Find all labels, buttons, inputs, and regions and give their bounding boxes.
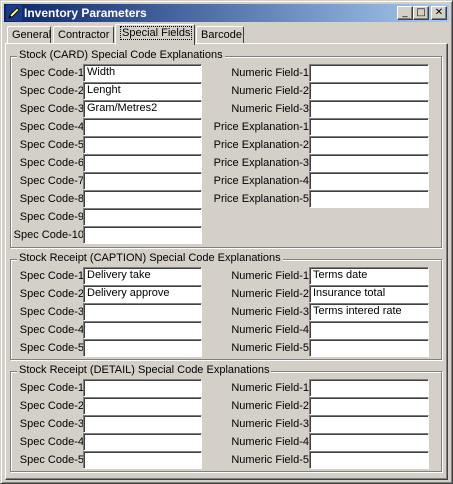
card-spec-code-5-field[interactable] xyxy=(83,136,202,154)
caption-numeric-field-1-label: Numeric Field-1 xyxy=(231,270,309,282)
inventory-parameters-window: Inventory Parameters _ □ ✕ General Contr… xyxy=(0,0,453,484)
detail-spec-code-3-field[interactable] xyxy=(83,415,202,433)
card-spec-code-2-label: Spec Code-2 xyxy=(19,85,84,97)
card-price-explanation-4-label: Price Explanation-4 xyxy=(213,175,309,187)
window-title: Inventory Parameters xyxy=(24,6,147,20)
card-spec-code-1-field[interactable]: Width xyxy=(83,64,202,82)
card-spec-code-3-field[interactable]: Gram/Metres2 xyxy=(83,100,202,118)
tab-contractor[interactable]: Contractor xyxy=(53,26,114,44)
detail-numeric-field-4-field[interactable] xyxy=(309,433,429,451)
detail-numeric-field-3-field[interactable] xyxy=(309,415,429,433)
special-fields-panel: Stock (CARD) Special Code Explanations S… xyxy=(5,43,448,480)
detail-spec-code-3-label: Spec Code-3 xyxy=(19,418,84,430)
detail-spec-code-5-label: Spec Code-5 xyxy=(19,454,84,466)
caption-spec-code-3-field[interactable] xyxy=(83,303,202,321)
detail-numeric-field-4-label: Numeric Field-4 xyxy=(231,436,309,448)
detail-numeric-field-5-field[interactable] xyxy=(309,451,429,469)
detail-spec-code-2-label: Spec Code-2 xyxy=(19,400,84,412)
pencil-icon xyxy=(6,5,22,21)
detail-spec-code-4-field[interactable] xyxy=(83,433,202,451)
caption-spec-code-5-field[interactable] xyxy=(83,339,202,357)
card-price-explanation-4-field[interactable] xyxy=(309,172,429,190)
card-price-explanation-3-label: Price Explanation-3 xyxy=(213,157,309,169)
stock-card-group-title: Stock (CARD) Special Code Explanations xyxy=(17,49,225,61)
card-numeric-field-3-field[interactable] xyxy=(309,100,429,118)
card-spec-code-4-label: Spec Code-4 xyxy=(19,121,84,133)
caption-spec-code-3-label: Spec Code-3 xyxy=(19,306,84,318)
caption-numeric-field-2-label: Numeric Field-2 xyxy=(231,288,309,300)
card-spec-code-9-label: Spec Code-9 xyxy=(19,211,84,223)
detail-spec-code-2-field[interactable] xyxy=(83,397,202,415)
card-spec-code-7-field[interactable] xyxy=(83,172,202,190)
card-spec-code-3-label: Spec Code-3 xyxy=(19,103,84,115)
card-numeric-field-2-label: Numeric Field-2 xyxy=(231,85,309,97)
card-price-explanation-5-label: Price Explanation-5 xyxy=(213,193,309,205)
caption-numeric-field-5-label: Numeric Field-5 xyxy=(231,342,309,354)
caption-numeric-field-5-field[interactable] xyxy=(309,339,429,357)
card-spec-code-2-field[interactable]: Lenght xyxy=(83,82,202,100)
caption-spec-code-1-field[interactable]: Delivery take xyxy=(83,267,202,285)
card-price-explanation-5-field[interactable] xyxy=(309,190,429,208)
stock-card-group: Stock (CARD) Special Code Explanations S… xyxy=(10,49,442,248)
caption-numeric-field-4-label: Numeric Field-4 xyxy=(231,324,309,336)
stock-receipt-detail-group-title: Stock Receipt (DETAIL) Special Code Expl… xyxy=(17,364,272,376)
card-price-explanation-2-label: Price Explanation-2 xyxy=(213,139,309,151)
caption-spec-code-1-label: Spec Code-1 xyxy=(19,270,84,282)
detail-numeric-field-1-label: Numeric Field-1 xyxy=(231,382,309,394)
minimize-button[interactable]: _ xyxy=(397,6,413,20)
tab-special-fields[interactable]: Special Fields xyxy=(115,24,195,45)
card-price-explanation-1-label: Price Explanation-1 xyxy=(213,121,309,133)
card-spec-code-10-label: Spec Code-10 xyxy=(13,229,84,241)
tab-general[interactable]: General xyxy=(7,26,51,44)
caption-spec-code-2-field[interactable]: Delivery approve xyxy=(83,285,202,303)
card-numeric-field-1-label: Numeric Field-1 xyxy=(231,67,309,79)
detail-numeric-field-2-label: Numeric Field-2 xyxy=(231,400,309,412)
card-numeric-field-3-label: Numeric Field-3 xyxy=(231,103,309,115)
card-spec-code-10-field[interactable] xyxy=(83,226,202,244)
card-spec-code-6-field[interactable] xyxy=(83,154,202,172)
caption-spec-code-4-field[interactable] xyxy=(83,321,202,339)
card-spec-code-7-label: Spec Code-7 xyxy=(19,175,84,187)
caption-spec-code-5-label: Spec Code-5 xyxy=(19,342,84,354)
card-numeric-field-2-field[interactable] xyxy=(309,82,429,100)
card-price-explanation-3-field[interactable] xyxy=(309,154,429,172)
stock-receipt-caption-group-title: Stock Receipt (CAPTION) Special Code Exp… xyxy=(17,252,283,264)
detail-spec-code-1-field[interactable] xyxy=(83,379,202,397)
close-button[interactable]: ✕ xyxy=(431,6,447,20)
caption-numeric-field-1-field[interactable]: Terms date xyxy=(309,267,429,285)
title-bar[interactable]: Inventory Parameters _ □ ✕ xyxy=(4,4,449,22)
detail-numeric-field-1-field[interactable] xyxy=(309,379,429,397)
detail-spec-code-1-label: Spec Code-1 xyxy=(19,382,84,394)
card-spec-code-9-field[interactable] xyxy=(83,208,202,226)
card-numeric-field-1-field[interactable] xyxy=(309,64,429,82)
stock-receipt-detail-group: Stock Receipt (DETAIL) Special Code Expl… xyxy=(10,364,442,472)
tab-barcode[interactable]: Barcode xyxy=(196,26,244,44)
card-spec-code-1-label: Spec Code-1 xyxy=(19,67,84,79)
caption-numeric-field-2-field[interactable]: Insurance total xyxy=(309,285,429,303)
card-spec-code-8-field[interactable] xyxy=(83,190,202,208)
detail-spec-code-4-label: Spec Code-4 xyxy=(19,436,84,448)
caption-numeric-field-3-field[interactable]: Terms intered rate xyxy=(309,303,429,321)
detail-numeric-field-3-label: Numeric Field-3 xyxy=(231,418,309,430)
caption-numeric-field-3-label: Numeric Field-3 xyxy=(231,306,309,318)
detail-spec-code-5-field[interactable] xyxy=(83,451,202,469)
stock-receipt-caption-group: Stock Receipt (CAPTION) Special Code Exp… xyxy=(10,252,442,360)
card-spec-code-4-field[interactable] xyxy=(83,118,202,136)
card-price-explanation-2-field[interactable] xyxy=(309,136,429,154)
detail-numeric-field-2-field[interactable] xyxy=(309,397,429,415)
card-spec-code-5-label: Spec Code-5 xyxy=(19,139,84,151)
maximize-button[interactable]: □ xyxy=(413,6,429,20)
detail-numeric-field-5-label: Numeric Field-5 xyxy=(231,454,309,466)
card-price-explanation-1-field[interactable] xyxy=(309,118,429,136)
card-spec-code-6-label: Spec Code-6 xyxy=(19,157,84,169)
caption-spec-code-2-label: Spec Code-2 xyxy=(19,288,84,300)
card-spec-code-8-label: Spec Code-8 xyxy=(19,193,84,205)
caption-numeric-field-4-field[interactable] xyxy=(309,321,429,339)
caption-spec-code-4-label: Spec Code-4 xyxy=(19,324,84,336)
